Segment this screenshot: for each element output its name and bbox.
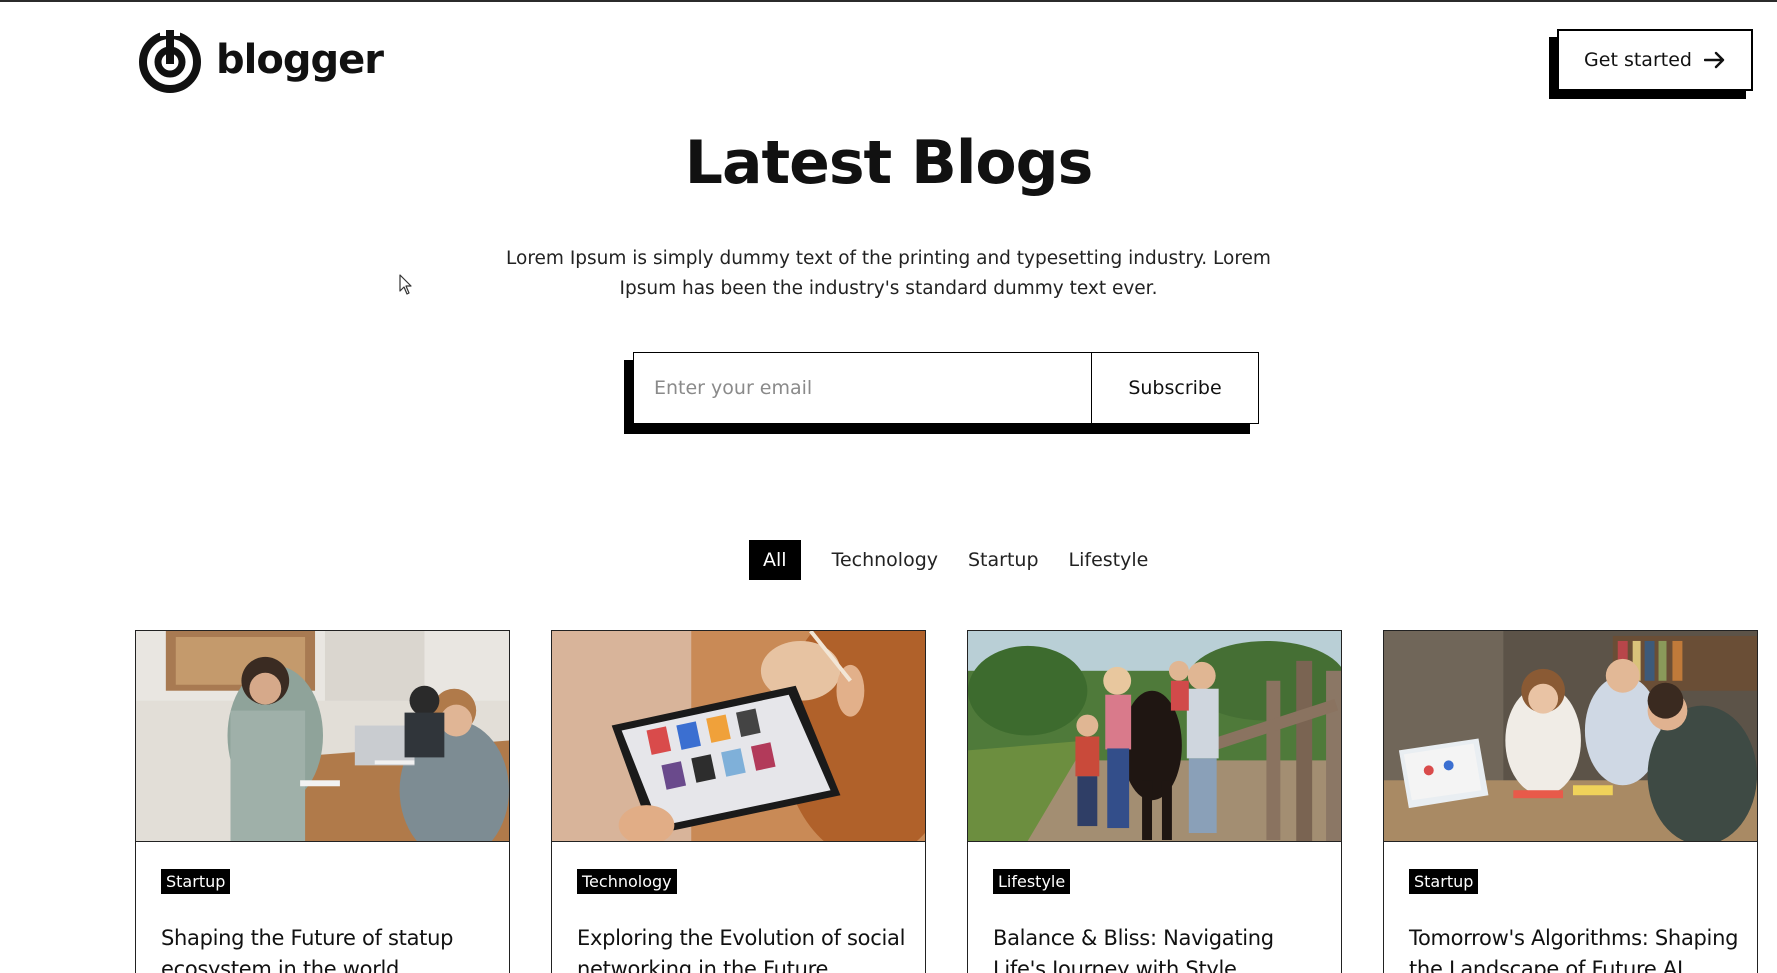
brand-name: blogger	[216, 37, 384, 83]
power-logo-icon	[139, 28, 201, 93]
blog-card-tag[interactable]: Lifestyle	[993, 869, 1071, 895]
blog-card[interactable]: Lifestyle Balance & Bliss: Navigating Li…	[967, 630, 1342, 973]
tablet-browsing-image	[552, 631, 925, 841]
arrow-right-icon	[1703, 51, 1725, 69]
blog-card-title[interactable]: Balance & Bliss: Navigating Life's Journ…	[993, 923, 1323, 973]
subscribe-button[interactable]: Subscribe	[1092, 353, 1258, 423]
subscribe-box: Subscribe	[633, 352, 1259, 424]
blog-card[interactable]: Startup Tomorrow's Algorithms: Shaping t…	[1383, 630, 1758, 973]
filter-technology[interactable]: Technology	[832, 549, 938, 571]
blog-card-image[interactable]	[552, 631, 925, 842]
page-title: Latest Blogs	[684, 128, 1094, 198]
get-started-button[interactable]: Get started	[1557, 29, 1753, 91]
team-laptop-image	[1384, 631, 1757, 841]
email-input[interactable]	[634, 353, 1092, 423]
blog-card[interactable]: Technology Exploring the Evolution of so…	[551, 630, 926, 973]
office-meeting-image	[136, 631, 509, 841]
filter-all[interactable]: All	[749, 540, 801, 580]
blog-card-title[interactable]: Shaping the Future of statup ecosystem i…	[161, 923, 491, 973]
mouse-pointer-icon	[399, 274, 412, 295]
blog-card-image[interactable]	[136, 631, 509, 842]
blog-card-image[interactable]	[968, 631, 1341, 842]
page-subtitle: Lorem Ipsum is simply dummy text of the …	[506, 248, 1271, 299]
blog-card-image[interactable]	[1384, 631, 1757, 842]
get-started-label: Get started	[1584, 49, 1692, 71]
blog-card-tag[interactable]: Startup	[1409, 869, 1479, 895]
get-started-cta[interactable]: Get started	[1549, 29, 1753, 99]
blog-card[interactable]: Startup Shaping the Future of statup eco…	[135, 630, 510, 973]
blog-card-title[interactable]: Tomorrow's Algorithms: Shaping the Lands…	[1409, 923, 1739, 973]
blog-card-tag[interactable]: Startup	[161, 869, 231, 895]
family-horse-image	[968, 631, 1341, 841]
filter-lifestyle[interactable]: Lifestyle	[1069, 549, 1149, 571]
blog-card-tag[interactable]: Technology	[577, 869, 677, 895]
category-filters: All Technology Startup Lifestyle	[749, 540, 1178, 580]
top-border	[0, 0, 1777, 2]
subscribe-form: Subscribe	[624, 352, 1260, 434]
brand-logo[interactable]: blogger	[136, 26, 384, 94]
filter-startup[interactable]: Startup	[968, 549, 1039, 571]
blog-card-title[interactable]: Exploring the Evolution of social networ…	[577, 923, 907, 973]
